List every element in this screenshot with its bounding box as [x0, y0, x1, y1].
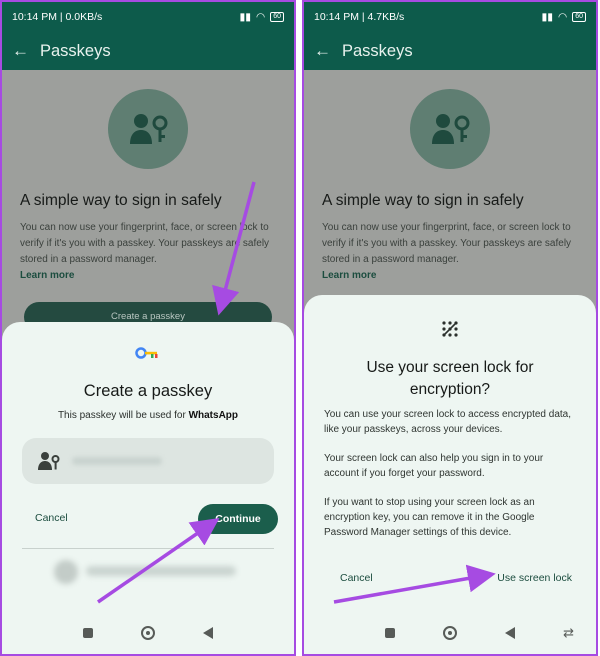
- person-key-icon: [38, 452, 60, 470]
- left-phone-screen: 10:14 PM | 0.0KB/s ▮▮ ◠ 60 ← Passkeys A …: [0, 0, 296, 656]
- blurred-avatar: [54, 560, 78, 584]
- right-phone-screen: 10:14 PM | 4.7KB/s ▮▮ ◠ 60 ← Passkeys A …: [302, 0, 598, 656]
- google-passkey-key-icon: [135, 347, 158, 359]
- back-arrow-icon[interactable]: ←: [314, 41, 342, 61]
- passkey-hero-icon: [108, 89, 188, 169]
- subtitle-text: This passkey will be used for: [57, 410, 189, 421]
- passkey-hero-icon: [410, 89, 490, 169]
- app-bar: ← Passkeys: [2, 32, 294, 70]
- recents-icon[interactable]: [83, 628, 93, 638]
- description: You can now use your fingerprint, face, …: [20, 222, 270, 265]
- status-bar: 10:14 PM | 4.7KB/s ▮▮ ◠ 60: [304, 2, 596, 32]
- description: You can now use your fingerprint, face, …: [322, 222, 572, 265]
- headline: A simple way to sign in safely: [322, 192, 524, 209]
- wifi-icon: ◠: [558, 11, 568, 23]
- learn-more-link[interactable]: Learn more: [20, 270, 74, 281]
- continue-button[interactable]: Continue: [198, 504, 278, 534]
- sheet-title: Create a passkey: [83, 382, 213, 400]
- paragraph-remove: If you want to stop using your screen lo…: [324, 497, 535, 538]
- home-icon[interactable]: [141, 626, 155, 640]
- use-screen-lock-button[interactable]: Use screen lock: [497, 572, 572, 584]
- subtitle-app-name: WhatsApp: [188, 410, 239, 421]
- status-time: 10:14 PM | 0.0KB/s: [12, 11, 103, 23]
- paragraph-access: You can use your screen lock to access e…: [324, 409, 571, 435]
- account-selector[interactable]: [22, 438, 274, 484]
- battery-icon: 60: [270, 12, 284, 22]
- wifi-icon: ◠: [256, 11, 266, 23]
- back-icon[interactable]: [203, 627, 213, 639]
- nav-bar: ⇄: [304, 612, 596, 654]
- divider: [22, 548, 274, 549]
- blurred-account-name: [72, 457, 162, 465]
- cancel-button[interactable]: Cancel: [35, 512, 68, 524]
- signal-icon: ▮▮: [541, 11, 554, 23]
- nav-bar: [2, 612, 294, 654]
- page-title: Passkeys: [342, 41, 413, 60]
- app-bar: ← Passkeys: [304, 32, 596, 70]
- headline: A simple way to sign in safely: [20, 192, 222, 209]
- status-bar: 10:14 PM | 0.0KB/s ▮▮ ◠ 60: [2, 2, 294, 32]
- blurred-text: [86, 566, 236, 576]
- page-title: Passkeys: [40, 41, 111, 60]
- battery-icon: 60: [572, 12, 586, 22]
- sheet-subtitle: This passkey will be used for WhatsApp: [2, 410, 294, 421]
- home-icon[interactable]: [443, 626, 457, 640]
- cancel-button[interactable]: Cancel: [340, 572, 373, 584]
- back-arrow-icon[interactable]: ←: [12, 41, 40, 61]
- back-icon[interactable]: [505, 627, 515, 639]
- rotate-icon[interactable]: ⇄: [563, 625, 574, 641]
- create-passkey-sheet: Create a passkey This passkey will be us…: [2, 322, 294, 654]
- paragraph-signin: Your screen lock can also help you sign …: [324, 453, 544, 479]
- signal-icon: ▮▮: [239, 11, 252, 23]
- status-time: 10:14 PM | 4.7KB/s: [314, 11, 405, 23]
- learn-more-link[interactable]: Learn more: [322, 270, 376, 281]
- sheet-title: Use your screen lock for encryption?: [366, 359, 534, 398]
- dot-pattern-lock-icon: [442, 321, 458, 337]
- screen-lock-encryption-sheet: Use your screen lock for encryption? You…: [304, 295, 596, 654]
- recents-icon[interactable]: [385, 628, 395, 638]
